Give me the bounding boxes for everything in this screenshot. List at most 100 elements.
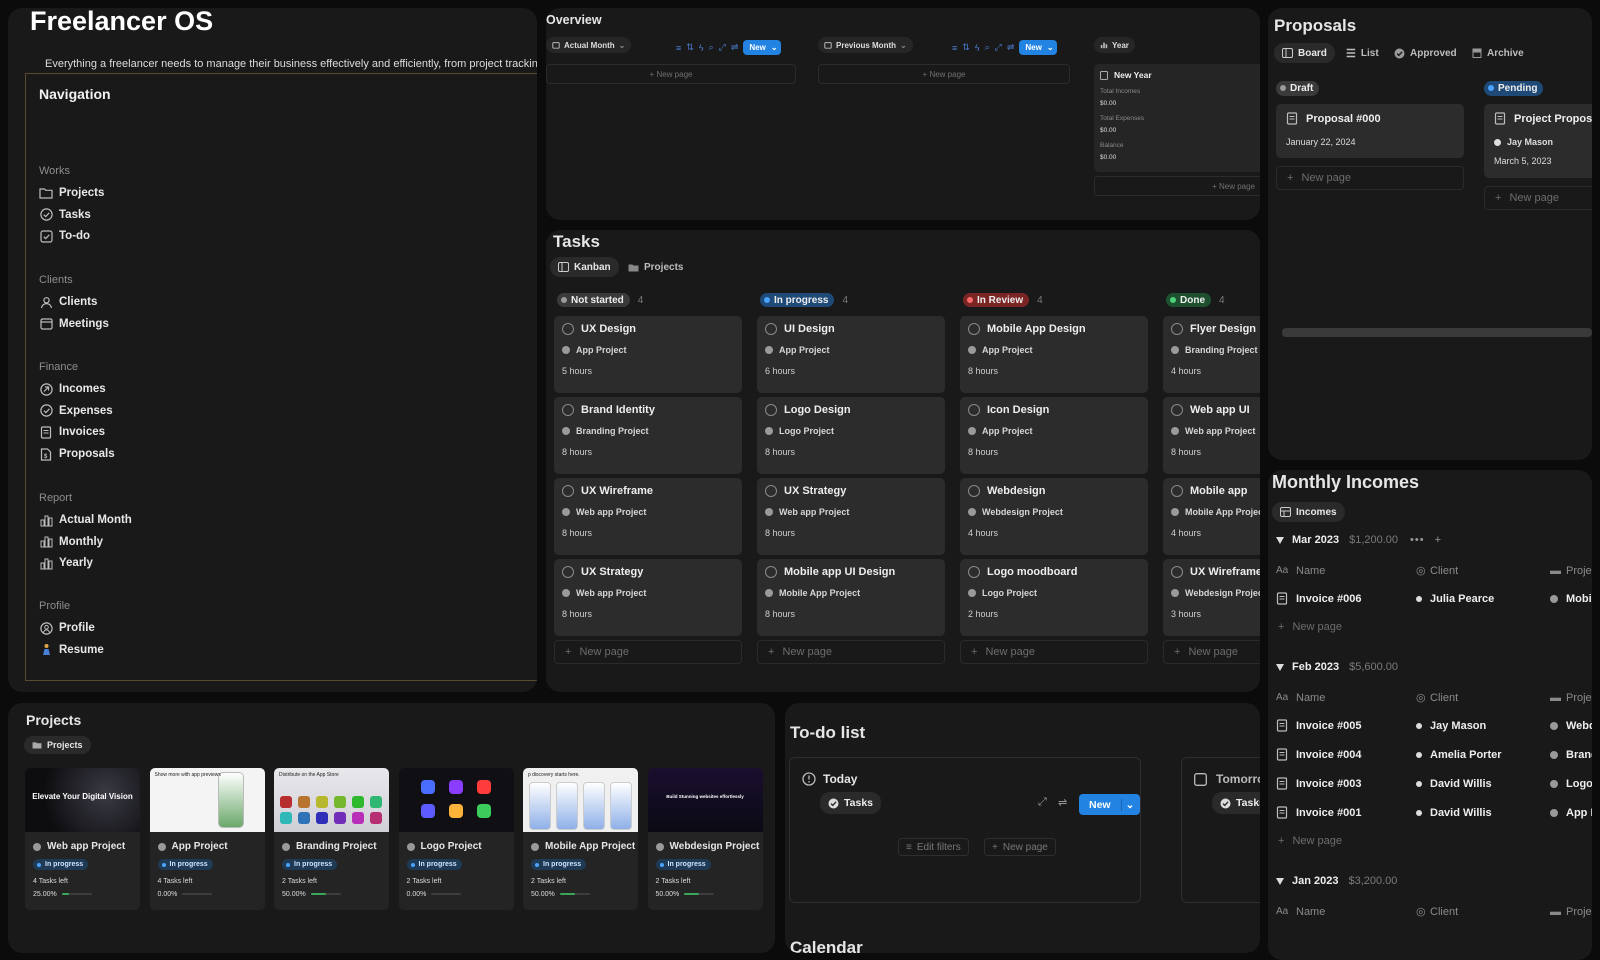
tab-tasks-today[interactable]: Tasks: [820, 792, 881, 814]
sidebar-item-expenses[interactable]: Expenses: [39, 402, 113, 420]
filter-icon[interactable]: ≡: [676, 43, 681, 53]
sidebar-item-projects[interactable]: Projects: [39, 184, 104, 202]
task-card[interactable]: UI Design App Project 6 hours: [757, 316, 945, 393]
income-group-mar-2023[interactable]: Mar 2023 $1,200.00 ••• +: [1276, 534, 1441, 546]
task-card[interactable]: Logo moodboard Logo Project 2 hours: [960, 559, 1148, 636]
view-selector-actual-month[interactable]: Actual Month ⌄: [546, 37, 632, 53]
filter-icon[interactable]: ≡: [952, 43, 957, 53]
sidebar-item-incomes[interactable]: Incomes: [39, 380, 106, 398]
sidebar-item-profile[interactable]: Profile: [39, 619, 95, 637]
task-status-circle-icon[interactable]: [562, 404, 574, 416]
task-status-circle-icon[interactable]: [562, 485, 574, 497]
sidebar-item-proposals[interactable]: $ Proposals: [39, 445, 115, 463]
task-card[interactable]: UX Wireframe Web app Project 8 hours: [554, 478, 742, 555]
sidebar-item-to-do[interactable]: To-do: [39, 227, 90, 245]
project-card[interactable]: Elevate Your Digital Vision Web app Proje…: [25, 768, 140, 910]
task-status-circle-icon[interactable]: [1171, 566, 1183, 578]
task-status-circle-icon[interactable]: [968, 323, 980, 335]
task-card[interactable]: UX Wireframe Webdesign Project 3 hours: [1163, 559, 1260, 636]
task-status-circle-icon[interactable]: [1171, 404, 1183, 416]
expand-icon[interactable]: ⤢: [995, 42, 1002, 53]
new-page-button[interactable]: + New page: [1163, 640, 1260, 664]
proposal-card[interactable]: Project Proposal Jay Mason March 5, 2023: [1484, 104, 1592, 178]
sidebar-item-invoices[interactable]: Invoices: [39, 423, 105, 441]
tab-tasks-tomorrow[interactable]: Tasks: [1212, 792, 1260, 814]
task-card[interactable]: UX Design App Project 5 hours: [554, 316, 742, 393]
year-summary-card[interactable]: New Year Total Incomes $0.00 Total Expen…: [1094, 64, 1260, 172]
task-status-circle-icon[interactable]: [765, 323, 777, 335]
new-page-button[interactable]: + New page: [546, 64, 796, 84]
task-card[interactable]: Mobile app Mobile App Project 4 hours: [1163, 478, 1260, 555]
new-page-button[interactable]: + New page: [1278, 621, 1342, 633]
tab-incomes[interactable]: Incomes: [1272, 502, 1345, 522]
sidebar-item-yearly[interactable]: Yearly: [39, 554, 93, 572]
task-status-circle-icon[interactable]: [562, 323, 574, 335]
tab-approved[interactable]: Approved: [1386, 43, 1465, 63]
collapse-triangle-icon[interactable]: [1276, 877, 1284, 885]
sidebar-item-actual-month[interactable]: Actual Month: [39, 511, 132, 529]
lightning-icon[interactable]: ϟ: [975, 43, 980, 53]
sidebar-item-resume[interactable]: Resume: [39, 641, 104, 659]
new-page-button[interactable]: + New page: [1278, 835, 1342, 847]
project-card[interactable]: Distribute on the App Store Branding Proj…: [274, 768, 389, 910]
sidebar-item-tasks[interactable]: Tasks: [39, 206, 91, 224]
task-card[interactable]: UX Strategy Web app Project 8 hours: [554, 559, 742, 636]
expand-icon[interactable]: ⤢: [1038, 796, 1047, 809]
new-page-button[interactable]: + New page: [960, 640, 1148, 664]
new-page-button[interactable]: + New page: [554, 640, 742, 664]
view-selector-previous-month[interactable]: Previous Month ⌄: [818, 37, 913, 53]
tab-board[interactable]: Board: [1274, 43, 1335, 63]
new-page-button[interactable]: + New page: [984, 838, 1056, 856]
task-status-circle-icon[interactable]: [562, 566, 574, 578]
collapse-triangle-icon[interactable]: [1276, 663, 1284, 671]
search-icon[interactable]: ⌕: [985, 42, 990, 53]
task-status-circle-icon[interactable]: [765, 485, 777, 497]
task-card[interactable]: Logo Design Logo Project 8 hours: [757, 397, 945, 474]
project-card[interactable]: Logo Project In progress 2 Tasks left 0.00%: [398, 768, 514, 910]
table-row[interactable]: Invoice #003 David Willis Logo Project: [1276, 777, 1592, 790]
tab-kanban[interactable]: Kanban: [550, 257, 619, 277]
task-status-circle-icon[interactable]: [968, 404, 980, 416]
horizontal-scrollbar[interactable]: [1282, 328, 1592, 337]
task-card[interactable]: Brand Identity Branding Project 8 hours: [554, 397, 742, 474]
sidebar-item-clients[interactable]: Clients: [39, 293, 97, 311]
project-card[interactable]: p discovery starts here. Mobile App Proje…: [523, 768, 638, 910]
settings-icon[interactable]: ⇌: [1058, 796, 1067, 809]
task-card[interactable]: UX Strategy Web app Project 8 hours: [757, 478, 945, 555]
new-page-button[interactable]: + New page: [818, 64, 1070, 84]
sidebar-item-meetings[interactable]: Meetings: [39, 315, 109, 333]
plus-icon[interactable]: +: [1435, 534, 1441, 546]
new-page-button[interactable]: + New page: [1276, 166, 1464, 190]
tab-projects-gallery[interactable]: Projects: [24, 736, 91, 754]
task-status-circle-icon[interactable]: [968, 485, 980, 497]
search-icon[interactable]: ⌕: [709, 42, 714, 53]
task-status-circle-icon[interactable]: [765, 566, 777, 578]
lightning-icon[interactable]: ϟ: [699, 43, 704, 53]
table-row[interactable]: Invoice #006 Julia Pearce Mobile App Proje…: [1276, 592, 1592, 605]
new-button[interactable]: New ⌄: [743, 40, 781, 55]
tab-list[interactable]: ☰ List: [1338, 43, 1387, 63]
project-card[interactable]: Show more with app previews App Project In…: [149, 768, 265, 910]
proposal-card[interactable]: Proposal #000 January 22, 2024: [1276, 104, 1464, 158]
settings-icon[interactable]: ⇌: [731, 42, 739, 53]
income-group-jan-2023[interactable]: Jan 2023 $3,200.00: [1276, 875, 1397, 887]
view-selector-year[interactable]: Year: [1094, 37, 1135, 53]
sort-icon[interactable]: ⇅: [962, 42, 970, 53]
new-page-button[interactable]: + New page: [1094, 176, 1260, 196]
sidebar-item-monthly[interactable]: Monthly: [39, 533, 103, 551]
sort-icon[interactable]: ⇅: [686, 42, 694, 53]
new-button[interactable]: New ⌄: [1019, 40, 1057, 55]
task-card[interactable]: Mobile app UI Design Mobile App Project 8 …: [757, 559, 945, 636]
task-card[interactable]: Icon Design App Project 8 hours: [960, 397, 1148, 474]
settings-icon[interactable]: ⇌: [1007, 42, 1015, 53]
project-card[interactable]: Build Stunning websites effortlessly Webd…: [647, 768, 763, 910]
tab-archive[interactable]: Archive: [1464, 43, 1532, 63]
new-button[interactable]: New ⌄: [1079, 794, 1141, 815]
tab-projects[interactable]: Projects: [620, 257, 691, 277]
table-row[interactable]: Invoice #004 Amelia Porter Branding Projec…: [1276, 748, 1592, 761]
new-page-button[interactable]: + New page: [1484, 186, 1592, 210]
collapse-triangle-icon[interactable]: [1276, 536, 1284, 544]
table-row[interactable]: Invoice #005 Jay Mason Webdesign Project: [1276, 719, 1592, 732]
task-card[interactable]: Flyer Design Branding Project 4 hours: [1163, 316, 1260, 393]
task-status-circle-icon[interactable]: [1171, 323, 1183, 335]
